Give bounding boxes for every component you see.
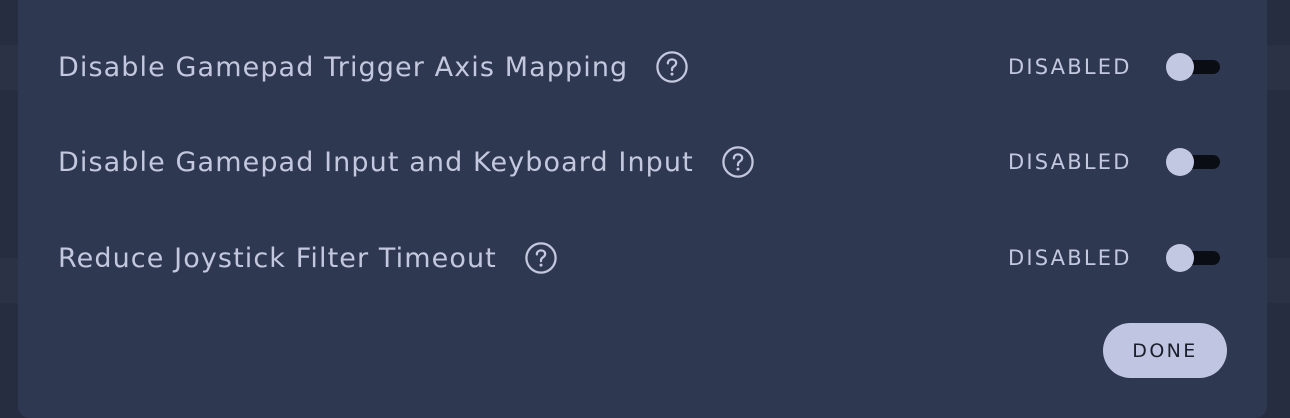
settings-dialog: Disable Gamepad Trigger Axis Mapping DIS… [18, 0, 1267, 418]
question-circle-icon[interactable] [656, 51, 689, 83]
toggle-switch[interactable] [1166, 53, 1220, 81]
toggle-state-label: DISABLED [1008, 150, 1132, 174]
toggle-state-label: DISABLED [1008, 55, 1132, 79]
setting-label-text: Reduce Joystick Filter Timeout [58, 242, 497, 274]
question-circle-icon[interactable] [525, 242, 557, 274]
setting-row-joystick-filter-timeout: Reduce Joystick Filter Timeout DISABLED [18, 226, 1267, 290]
toggle-knob [1166, 148, 1194, 176]
setting-label: Disable Gamepad Input and Keyboard Input [58, 146, 754, 178]
setting-label-text: Disable Gamepad Input and Keyboard Input [58, 146, 694, 178]
setting-label: Disable Gamepad Trigger Axis Mapping [58, 51, 689, 83]
toggle-state-label: DISABLED [1008, 246, 1132, 270]
question-circle-icon[interactable] [722, 146, 754, 178]
setting-row-trigger-axis-mapping: Disable Gamepad Trigger Axis Mapping DIS… [18, 35, 1267, 99]
toggle-knob [1166, 244, 1194, 272]
toggle-switch[interactable] [1166, 148, 1220, 176]
setting-label: Reduce Joystick Filter Timeout [58, 242, 557, 274]
setting-row-gamepad-keyboard-input: Disable Gamepad Input and Keyboard Input… [18, 130, 1267, 194]
done-button[interactable]: DONE [1103, 323, 1227, 378]
toggle-knob [1166, 53, 1194, 81]
setting-label-text: Disable Gamepad Trigger Axis Mapping [58, 51, 629, 83]
toggle-switch[interactable] [1166, 244, 1220, 272]
